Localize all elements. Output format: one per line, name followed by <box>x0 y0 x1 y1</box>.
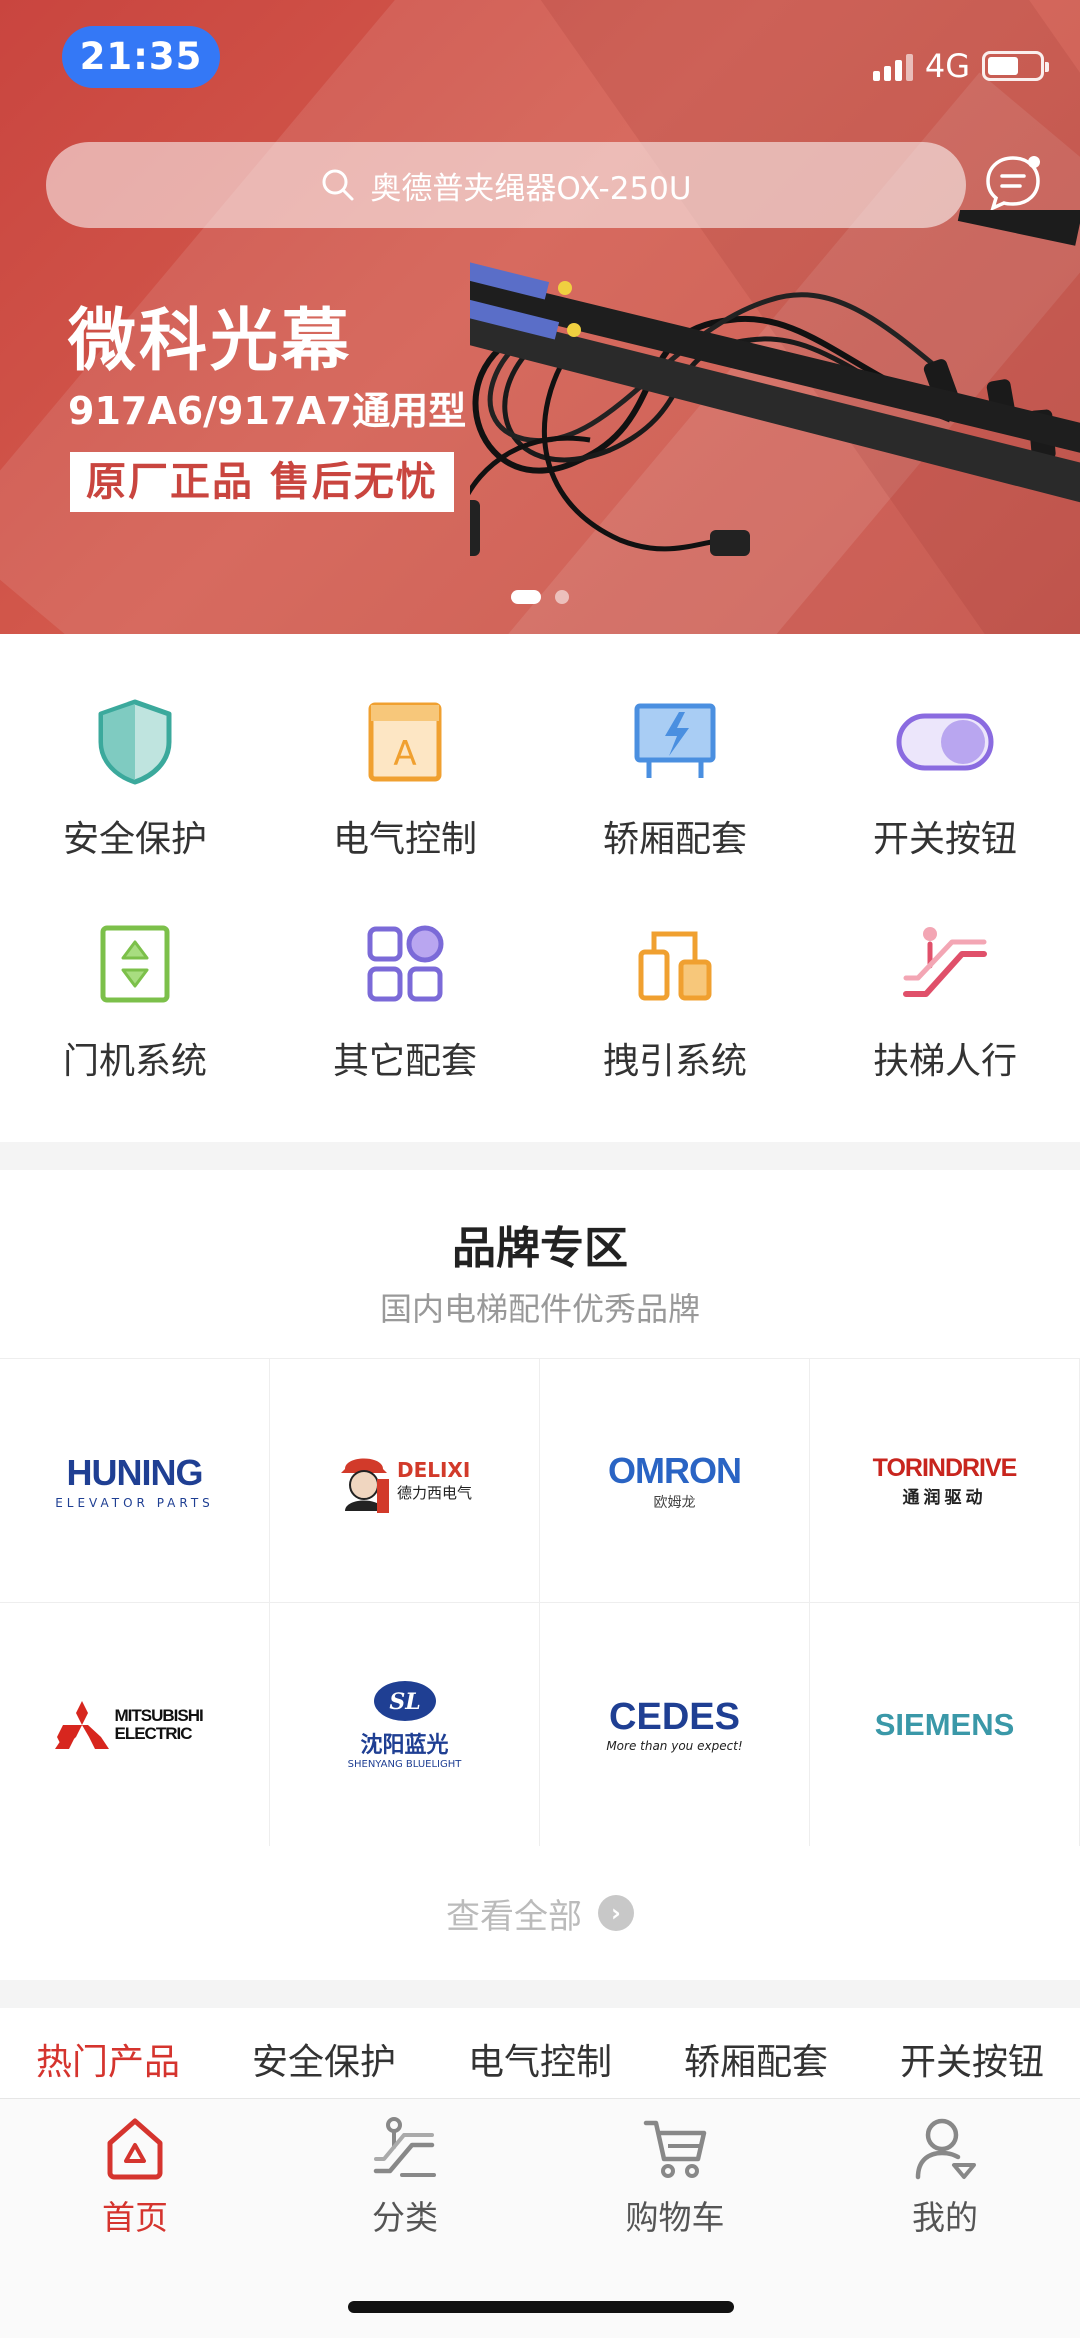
brand-logo-siemens: SIEMENS <box>874 1706 1015 1742</box>
brand-logo-cedes: CEDES More than you expect! <box>606 1696 743 1753</box>
tabbar-label: 我的 <box>912 2198 978 2237</box>
category-icon <box>373 2117 436 2177</box>
product-category-tabs: 热门产品 安全保护 电气控制 轿厢配套 开关按钮 <box>0 2008 1080 2098</box>
view-all-label: 查看全部 <box>446 1896 582 1937</box>
category-door-system[interactable]: 门机系统 <box>0 914 270 1114</box>
grid-apps-icon <box>355 914 455 1014</box>
signal-icon <box>872 51 913 81</box>
category-cabin[interactable]: 轿厢配套 <box>540 692 810 892</box>
category-label: 其它配套 <box>332 1041 477 1082</box>
brand-huning[interactable]: HUNING ELEVATOR PARTS <box>0 1359 270 1603</box>
shield-icon <box>85 692 185 792</box>
tab-cabin[interactable]: 轿厢配套 <box>648 2008 864 2098</box>
brand-torindrive[interactable]: TORINDRIVE 通润驱动 <box>810 1359 1080 1603</box>
tabbar-home[interactable]: 首页 <box>0 2115 270 2239</box>
bottom-tab-bar: 首页 分类 购物车 我的 <box>0 2098 1080 2338</box>
category-label: 电气控制 <box>332 819 477 860</box>
search-placeholder: 奥德普夹绳器OX-250U <box>370 170 692 207</box>
svg-text:A: A <box>393 734 416 774</box>
tabbar-profile[interactable]: 我的 <box>810 2115 1080 2239</box>
message-icon[interactable] <box>982 152 1044 214</box>
brand-omron[interactable]: OMRON 欧姆龙 <box>540 1359 810 1603</box>
tab-safety[interactable]: 安全保护 <box>216 2008 432 2098</box>
profile-icon <box>915 2118 976 2180</box>
category-others[interactable]: 其它配套 <box>270 914 540 1114</box>
category-label: 扶梯人行 <box>872 1041 1017 1082</box>
status-indicators: 4G <box>872 46 1049 86</box>
home-indicator <box>348 2301 734 2313</box>
category-label: 拽引系统 <box>602 1041 747 1082</box>
brand-grid: HUNING ELEVATOR PARTS DELIXI 德力西电气 OMRON… <box>0 1358 1080 1847</box>
category-switch-button[interactable]: 开关按钮 <box>810 692 1080 892</box>
section-divider <box>0 1980 1080 2008</box>
banner-tag: 原厂正品 售后无忧 <box>70 452 454 512</box>
light-curtain-product-image <box>470 210 1080 556</box>
brand-logo-mitsubishi: MITSUBISHI ELECTRIC <box>54 1700 215 1749</box>
pagination-dot[interactable] <box>555 590 569 604</box>
brand-logo-delixi: DELIXI 德力西电气 <box>337 1449 472 1513</box>
banner-subtitle: 917A6/917A7通用型 <box>68 389 467 433</box>
view-all-brands-button[interactable]: 查看全部 › <box>0 1846 1080 1980</box>
category-label: 轿厢配套 <box>602 819 747 860</box>
brand-siemens[interactable]: SIEMENS <box>810 1603 1080 1847</box>
brand-zone-title: 品牌专区 <box>452 1223 628 1274</box>
tabbar-label: 首页 <box>102 2198 168 2237</box>
brand-logo-omron: OMRON 欧姆龙 <box>608 1449 742 1511</box>
category-label: 安全保护 <box>62 819 207 860</box>
category-grid: 安全保护 A 电气控制 轿厢配套 开关按钮 门机系统 其它配套 拽引系统 扶梯人… <box>0 634 1080 1142</box>
brand-logo-huning: HUNING ELEVATOR PARTS <box>55 1451 214 1510</box>
category-label: 门机系统 <box>62 1041 207 1082</box>
brand-mitsubishi[interactable]: MITSUBISHI ELECTRIC <box>0 1603 270 1847</box>
banner-title: 微科光幕 <box>68 302 353 381</box>
traction-icon <box>625 914 725 1014</box>
cart-icon <box>643 2120 707 2178</box>
tab-switch-button[interactable]: 开关按钮 <box>864 2008 1080 2098</box>
panel-a-icon: A <box>355 692 455 792</box>
home-icon <box>107 2118 163 2180</box>
brand-logo-torindrive: TORINDRIVE 通润驱动 <box>872 1453 1018 1508</box>
brand-delixi[interactable]: DELIXI 德力西电气 <box>270 1359 540 1603</box>
tabbar-label: 购物车 <box>625 2198 725 2237</box>
brand-shenyang-bluelight[interactable]: SL 沈阳蓝光 SHENYANG BLUELIGHT <box>270 1603 540 1847</box>
brand-cedes[interactable]: CEDES More than you expect! <box>540 1603 810 1847</box>
chevron-right-icon: › <box>598 1895 634 1931</box>
svg-text:SL: SL <box>389 1689 420 1715</box>
pagination-dot[interactable] <box>511 590 541 604</box>
section-divider <box>0 1142 1080 1170</box>
car-cabin-icon <box>625 692 725 792</box>
tab-hot-products[interactable]: 热门产品 <box>0 2008 216 2098</box>
category-label: 开关按钮 <box>872 819 1017 860</box>
brand-zone-subtitle: 国内电梯配件优秀品牌 <box>379 1290 700 1328</box>
promo-banner[interactable]: 21:35 4G 奥德普夹绳器OX-250U 微科光幕 917A6/917A7通… <box>0 0 1080 634</box>
category-escalator[interactable]: 扶梯人行 <box>810 914 1080 1114</box>
brand-zone-header: 品牌专区 国内电梯配件优秀品牌 <box>0 1170 1080 1358</box>
search-icon <box>322 169 354 201</box>
battery-icon <box>982 51 1049 81</box>
tabbar-label: 分类 <box>372 2198 438 2237</box>
brand-logo-shenyang: SL 沈阳蓝光 SHENYANG BLUELIGHT <box>348 1679 461 1770</box>
toggle-icon <box>895 692 995 792</box>
tab-electric-control[interactable]: 电气控制 <box>432 2008 648 2098</box>
status-time: 21:35 <box>62 26 220 88</box>
category-electric-control[interactable]: A 电气控制 <box>270 692 540 892</box>
escalator-icon <box>895 914 995 1014</box>
category-traction[interactable]: 拽引系统 <box>540 914 810 1114</box>
network-type: 4G <box>924 47 970 85</box>
category-safety[interactable]: 安全保护 <box>0 692 270 892</box>
banner-pagination <box>0 590 1080 604</box>
tabbar-category[interactable]: 分类 <box>270 2115 540 2239</box>
door-updown-icon <box>85 914 185 1014</box>
tabbar-cart[interactable]: 购物车 <box>540 2115 810 2239</box>
